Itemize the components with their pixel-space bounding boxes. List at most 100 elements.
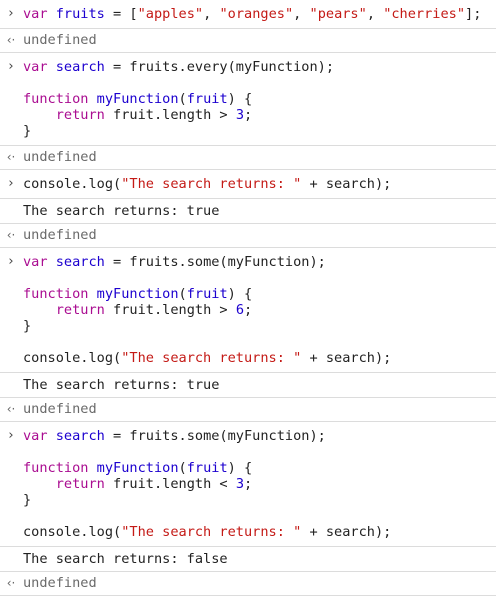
code-token: fruit.length > [104, 107, 236, 123]
code-token: , [366, 6, 384, 22]
code-token: function [23, 286, 89, 302]
code-token: "The search returns: " [121, 350, 302, 366]
code-line: var fruits = ["apples", "oranges", "pear… [23, 6, 490, 22]
code-token: ) { [227, 460, 253, 476]
code-token: myFunction [96, 286, 179, 302]
code-token: var [23, 254, 48, 270]
code-token: ( [178, 460, 187, 476]
code-token: fruit [186, 460, 228, 476]
code-token: 3 [235, 107, 244, 123]
code-line: function myFunction(fruit) { [23, 91, 490, 107]
code-token: ) { [227, 91, 253, 107]
input-prompt-icon: › [8, 6, 14, 21]
code-token: "cherries" [383, 6, 466, 22]
code-token: search [55, 254, 105, 270]
console-input-entry: › var search = fruits.every(myFunction); f… [0, 53, 496, 146]
result-arrow-icon: ‹· [6, 33, 16, 47]
code-line: console.log("The search returns: " + sea… [23, 176, 490, 192]
code-token: + search); [301, 350, 392, 366]
code-token: search [55, 59, 105, 75]
code-token: "apples" [137, 6, 204, 22]
code-token: , [203, 6, 220, 22]
code-token: console.log( [23, 176, 122, 192]
code-line: console.log("The search returns: " + sea… [23, 350, 490, 366]
code-token: ; [244, 476, 253, 492]
code-line: } [23, 318, 490, 334]
console-input-entry: › var search = fruits.some(myFunction); fu… [0, 248, 496, 373]
console-result-entry: ‹· undefined [0, 398, 496, 422]
console-input-entry: › console.log("The search returns: " + se… [0, 170, 496, 199]
code-token: 6 [235, 302, 244, 318]
code-token: ( [178, 91, 187, 107]
result-text: undefined [23, 227, 97, 243]
code-token: fruit.length > [104, 302, 236, 318]
code-token: ]; [465, 6, 482, 22]
console-result-entry: ‹· undefined [0, 29, 496, 53]
log-text: The search returns: false [23, 551, 228, 567]
code-token: myFunction [96, 91, 179, 107]
code-token: search [55, 428, 105, 444]
code-token: fruit.length < [104, 476, 236, 492]
code-token: "oranges" [219, 6, 294, 22]
code-line: var search = fruits.some(myFunction); [23, 254, 490, 270]
code-token: fruit [186, 91, 228, 107]
input-prompt-icon: › [8, 254, 14, 269]
code-token: console.log( [23, 524, 122, 540]
console-log-output: The search returns: false [0, 547, 496, 572]
code-token: = [ [104, 6, 138, 22]
log-text: The search returns: true [23, 377, 220, 393]
console-result-entry: ‹· undefined [0, 146, 496, 170]
console-log-output: The search returns: true [0, 373, 496, 398]
code-token: , [293, 6, 310, 22]
code-token: var [23, 428, 48, 444]
input-prompt-icon: › [8, 176, 14, 191]
code-token: fruits [55, 6, 105, 22]
code-token: function [23, 460, 89, 476]
code-line: return fruit.length < 3; [23, 476, 490, 492]
code-token: myFunction [96, 460, 179, 476]
console-result-entry: ‹· undefined [0, 224, 496, 248]
code-token: } [23, 318, 32, 334]
code-line: console.log("The search returns: " + sea… [23, 524, 490, 540]
console-log: › var fruits = ["apples", "oranges", "pea… [0, 0, 496, 596]
code-line: var search = fruits.some(myFunction); [23, 428, 490, 444]
result-text: undefined [23, 401, 97, 417]
code-token: "The search returns: " [121, 524, 302, 540]
result-text: undefined [23, 32, 97, 48]
result-arrow-icon: ‹· [6, 576, 16, 590]
result-arrow-icon: ‹· [6, 402, 16, 416]
code-token: fruit [186, 286, 228, 302]
result-text: undefined [23, 575, 97, 591]
code-token: return [55, 107, 105, 123]
code-token: ( [178, 286, 187, 302]
code-token: function [23, 91, 89, 107]
result-arrow-icon: ‹· [6, 228, 16, 242]
code-line: return fruit.length > 6; [23, 302, 490, 318]
code-token: + search); [301, 176, 392, 192]
input-prompt-icon: › [8, 428, 14, 443]
code-token: ) { [227, 286, 253, 302]
code-token: var [23, 59, 48, 75]
code-token: ; [244, 302, 253, 318]
code-token: var [23, 6, 48, 22]
console-input-entry: › var fruits = ["apples", "oranges", "pea… [0, 0, 496, 29]
code-token: return [55, 302, 105, 318]
code-token: = fruits.some(myFunction); [104, 254, 326, 270]
code-token: = fruits.every(myFunction); [104, 59, 335, 75]
log-text: The search returns: true [23, 203, 220, 219]
code-token: 3 [235, 476, 244, 492]
code-token: console.log( [23, 350, 122, 366]
code-line: } [23, 492, 490, 508]
code-line: return fruit.length > 3; [23, 107, 490, 123]
code-token: ; [244, 107, 253, 123]
